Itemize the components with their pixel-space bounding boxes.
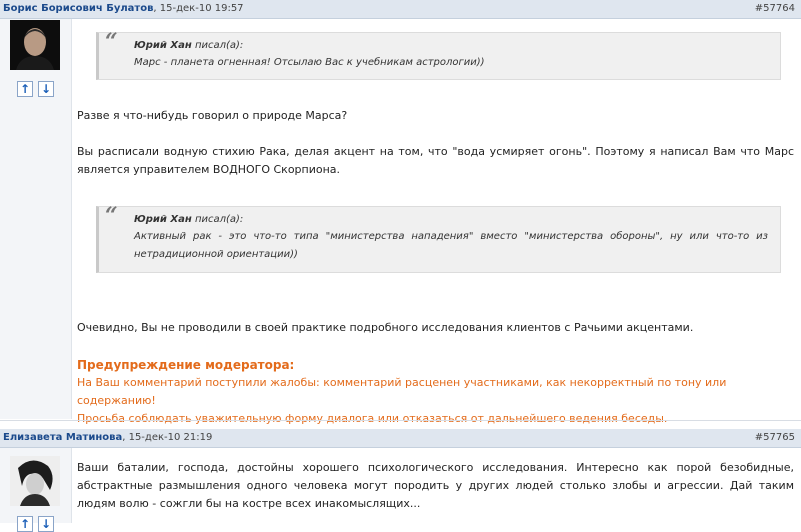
moderator-warning-line: Просьба соблюдать уважительную форму диа… bbox=[77, 412, 668, 425]
quote-block: “ Юрий Хан писал(а): Марс - планета огне… bbox=[96, 29, 781, 80]
author-sidebar bbox=[0, 19, 72, 419]
post-header: Елизавета Матинова, 15-дек-10 21:19 #577… bbox=[0, 429, 801, 448]
vote-down-button[interactable]: ↓ bbox=[38, 81, 54, 97]
quote-block: “ Юрий Хан писал(а): Активный рак - это … bbox=[96, 203, 781, 273]
post-body: Очевидно, Вы не проводили в своей практи… bbox=[77, 319, 794, 337]
avatar-image bbox=[10, 456, 60, 506]
post-paragraph: Ваши баталии, господа, достойны хорошего… bbox=[77, 461, 794, 510]
quote-icon: “ bbox=[105, 203, 118, 229]
post-header: Борис Борисович Булатов, 15-дек-10 19:57… bbox=[0, 0, 801, 19]
avatar-image bbox=[10, 20, 60, 70]
moderator-warning-title: Предупреждение модератора: bbox=[77, 358, 295, 372]
quote-author: Юрий Хан bbox=[134, 40, 192, 51]
post-paragraph: Вы расписали водную стихию Рака, делая а… bbox=[77, 145, 794, 176]
quote-text: Марс - планета огненная! Отсылаю Вас к у… bbox=[134, 57, 485, 68]
post-paragraph: Очевидно, Вы не проводили в своей практи… bbox=[77, 321, 694, 334]
post-author-link[interactable]: Борис Борисович Булатов bbox=[3, 3, 153, 14]
post-paragraph: Разве я что-нибудь говорил о природе Мар… bbox=[77, 109, 348, 122]
post-author-link[interactable]: Елизавета Матинова bbox=[3, 432, 122, 443]
post-date: , 15-дек-10 19:57 bbox=[153, 3, 244, 14]
vote-up-button[interactable]: ↑ bbox=[17, 81, 33, 97]
post-body: Вы расписали водную стихию Рака, делая а… bbox=[77, 143, 794, 179]
post-date: , 15-дек-10 21:19 bbox=[122, 432, 213, 443]
avatar[interactable] bbox=[10, 456, 60, 506]
post-body: Ваши баталии, господа, достойны хорошего… bbox=[77, 459, 794, 513]
quote-text: Активный рак - это что-то типа "министер… bbox=[134, 231, 768, 260]
post-divider bbox=[0, 420, 801, 421]
avatar[interactable] bbox=[10, 20, 60, 70]
post-number-link[interactable]: #57765 bbox=[755, 429, 795, 447]
quote-wrote-label: писал(а): bbox=[191, 40, 244, 51]
quote-author: Юрий Хан bbox=[134, 214, 192, 225]
quote-wrote-label: писал(а): bbox=[191, 214, 244, 225]
quote-icon: “ bbox=[105, 29, 118, 55]
vote-up-button[interactable]: ↑ bbox=[17, 516, 33, 532]
vote-down-button[interactable]: ↓ bbox=[38, 516, 54, 532]
post-body: Разве я что-нибудь говорил о природе Мар… bbox=[77, 107, 794, 125]
post-number-link[interactable]: #57764 bbox=[755, 0, 795, 18]
moderator-warning-line: На Ваш комментарий поступили жалобы: ком… bbox=[77, 376, 727, 407]
moderator-warning: Предупреждение модератора: На Ваш коммен… bbox=[77, 356, 794, 428]
